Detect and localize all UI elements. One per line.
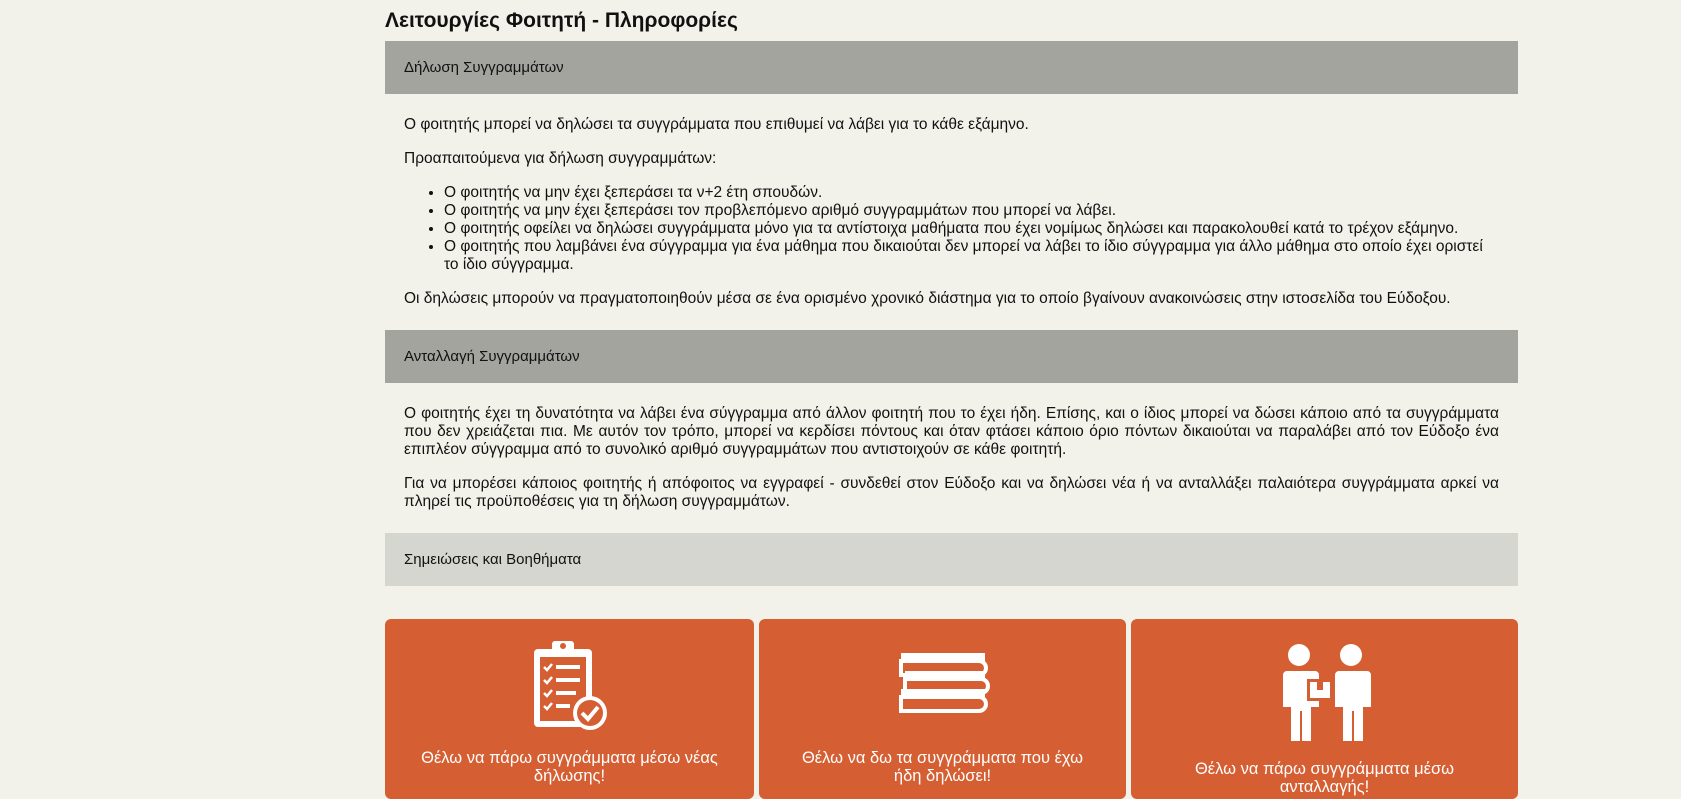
exchange-paragraph-1: Ο φοιτητής έχει τη δυνατότητα να λάβει έ…: [404, 405, 1499, 458]
exchange-paragraph-2: Για να μπορέσει κάποιος φοιτητής ή απόφο…: [404, 475, 1499, 510]
main-content: Λειτουργίες Φοιτητή - Πληροφορίες Δήλωση…: [385, 0, 1518, 799]
new-declaration-label: Θέλω να πάρω συγγράμματα μέσω νέας δήλωσ…: [421, 749, 718, 785]
list-item: Ο φοιτητής οφείλει να δηλώσει συγγράμματ…: [444, 220, 1499, 238]
clipboard-check-icon: [530, 637, 610, 738]
section-header-notes: Σημειώσεις και Βοηθήματα: [385, 533, 1518, 586]
list-item: Ο φοιτητής να μην έχει ξεπεράσει τον προ…: [444, 202, 1499, 220]
exchange-card[interactable]: Θέλω να πάρω συγγράμματα μέσω ανταλλαγής…: [1131, 619, 1518, 799]
page-title: Λειτουργίες Φοιτητή - Πληροφορίες: [385, 9, 738, 32]
new-declaration-card[interactable]: Θέλω να πάρω συγγράμματα μέσω νέας δήλωσ…: [385, 619, 754, 799]
list-item: Ο φοιτητής που λαμβάνει ένα σύγγραμμα γι…: [444, 238, 1499, 274]
books-stack-icon: [895, 647, 991, 724]
list-item: Ο φοιτητής να μην έχει ξεπεράσει τα ν+2 …: [444, 184, 1499, 202]
view-declarations-label: Θέλω να δω τα συγγράμματα που έχω ήδη δη…: [801, 749, 1084, 785]
exchange-label: Θέλω να πάρω συγγράμματα μέσω ανταλλαγής…: [1194, 760, 1455, 796]
view-declarations-card[interactable]: Θέλω να δω τα συγγράμματα που έχω ήδη δη…: [759, 619, 1126, 799]
declaration-intro: Ο φοιτητής μπορεί να δηλώσει τα συγγράμμ…: [404, 116, 1029, 133]
section-body-exchange: Ο φοιτητής έχει τη δυνατότητα να λάβει έ…: [385, 383, 1518, 533]
action-cards: Θέλω να πάρω συγγράμματα μέσω νέας δήλωσ…: [385, 619, 1518, 799]
people-exchange-icon: [1277, 643, 1373, 748]
declaration-prereq-title: Προαπαιτούμενα για δήλωση συγγραμμάτων:: [404, 150, 717, 167]
section-header-exchange: Ανταλλαγή Συγγραμμάτων: [385, 330, 1518, 383]
section-header-declaration: Δήλωση Συγγραμμάτων: [385, 41, 1518, 94]
section-body-declaration: Ο φοιτητής μπορεί να δηλώσει τα συγγράμμ…: [385, 94, 1518, 330]
prereq-list: Ο φοιτητής να μην έχει ξεπεράσει τα ν+2 …: [404, 184, 1499, 274]
declaration-outro: Οι δηλώσεις μπορούν να πραγματοποιηθούν …: [404, 290, 1451, 307]
